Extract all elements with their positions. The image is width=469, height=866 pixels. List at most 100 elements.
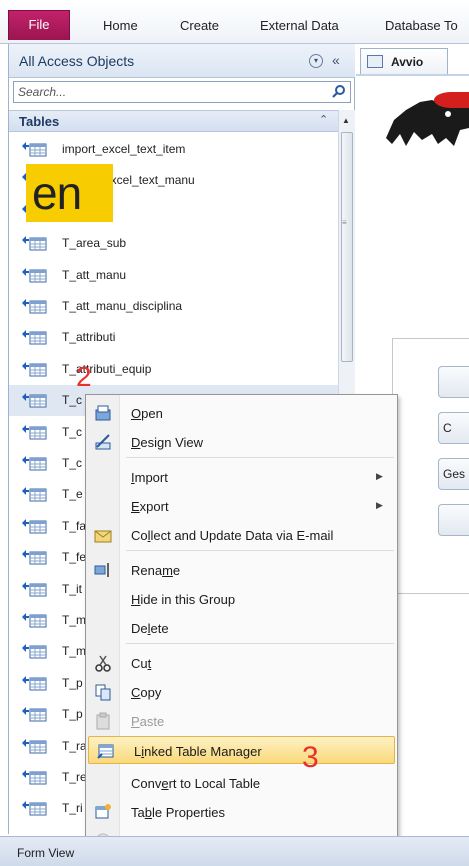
- table-name: T_attributi: [62, 330, 116, 345]
- file-tab[interactable]: File: [8, 10, 70, 40]
- form-button-4[interactable]: [438, 504, 469, 536]
- linked-table-icon: [22, 267, 47, 283]
- status-text: Form View: [17, 846, 75, 860]
- menu-item-table-properties[interactable]: Table Properties: [86, 798, 397, 826]
- table-properties-icon: [95, 804, 111, 819]
- menu-item-delete[interactable]: Delete: [86, 614, 397, 642]
- form-button-3[interactable]: Ges: [438, 458, 469, 490]
- menu-item-label: Copy: [131, 685, 162, 700]
- table-name: T_fa: [62, 518, 87, 533]
- tab-home[interactable]: Home: [103, 18, 138, 33]
- menu-separator: [126, 550, 394, 551]
- group-title: Tables: [19, 114, 60, 129]
- menu-separator: [126, 457, 394, 458]
- submenu-arrow-icon: ▶: [376, 471, 383, 481]
- linked-table-icon: [22, 770, 47, 785]
- nav-header: All Access Objects ▾ «: [9, 44, 355, 78]
- menu-item-import[interactable]: Import ▶: [86, 463, 397, 491]
- menu-item-label: Delete: [131, 621, 169, 636]
- tab-create[interactable]: Create: [180, 18, 219, 33]
- paste-icon: [96, 712, 110, 730]
- table-name: import_excel_text_item: [62, 142, 186, 156]
- table-name: T_m: [62, 613, 86, 627]
- linked-table-icon: [22, 361, 47, 377]
- copy-icon: [95, 684, 111, 701]
- table-row[interactable]: T_att_manu: [9, 260, 338, 291]
- menu-item-hide-in-this-group[interactable]: Hide in this Group: [86, 585, 397, 613]
- nav-title[interactable]: All Access Objects: [19, 53, 134, 69]
- linked-table-icon: [22, 613, 47, 628]
- grip-icon: ≡: [342, 218, 347, 227]
- form-icon: [367, 55, 383, 68]
- linked-table-icon: [22, 801, 47, 816]
- linked-table-icon: [97, 744, 114, 759]
- tab-avvio[interactable]: Avvio: [360, 48, 448, 74]
- table-row[interactable]: T_area_sub: [9, 228, 338, 259]
- menu-item-label: Design View: [131, 435, 204, 450]
- menu-item-label: Rename: [131, 563, 181, 578]
- menu-item-design-view[interactable]: Design View: [86, 428, 397, 456]
- linked-table-icon: [22, 487, 47, 502]
- status-bar: Form View: [0, 836, 469, 866]
- table-row[interactable]: T_attributi: [9, 322, 338, 353]
- menu-item-cut[interactable]: Cut: [86, 649, 397, 677]
- table-row[interactable]: import_excel_text_item: [9, 134, 338, 165]
- table-name: T_re: [62, 770, 87, 784]
- table-name: T_ri: [62, 801, 83, 816]
- tab-divider: [356, 74, 469, 76]
- submenu-arrow-icon: ▶: [376, 500, 383, 510]
- menu-item-label: Open: [131, 406, 163, 421]
- form-button-2[interactable]: C: [438, 412, 469, 444]
- logo-text: en: [32, 167, 82, 219]
- linked-table-icon: [22, 707, 47, 722]
- menu-separator: [126, 643, 394, 644]
- menu-item-open[interactable]: Open: [86, 399, 397, 427]
- table-row[interactable]: T_att_manu_disciplina: [9, 291, 338, 322]
- chevron-down-icon[interactable]: ▾: [309, 54, 323, 68]
- cut-icon: [95, 655, 111, 672]
- menu-item-paste[interactable]: Paste: [86, 707, 397, 735]
- collapse-pane-icon[interactable]: «: [332, 52, 340, 68]
- form-button-1[interactable]: [438, 366, 469, 398]
- menu-item-collect-and-update-data-via-e-mail[interactable]: Collect and Update Data via E-mail: [86, 521, 397, 549]
- scroll-up-icon[interactable]: ▲: [342, 116, 350, 125]
- table-name: T_c: [62, 424, 83, 439]
- design-view-icon: [95, 434, 111, 450]
- search-icon[interactable]: [332, 84, 346, 98]
- menu-item-copy[interactable]: Copy: [86, 678, 397, 706]
- menu-item-label: Hide in this Group: [131, 592, 236, 607]
- open-icon: [95, 405, 111, 421]
- table-name: T_area_sub: [62, 236, 127, 251]
- table-name: T_e: [62, 487, 83, 502]
- linked-table-icon: [22, 738, 47, 754]
- tab-database-tools[interactable]: Database To: [385, 18, 458, 33]
- menu-item-linked-table-manager[interactable]: Linked Table Manager: [88, 736, 395, 764]
- scroll-thumb[interactable]: [341, 132, 353, 362]
- rename-icon: [94, 563, 109, 577]
- annotation-step-2: 2: [76, 361, 92, 392]
- menu-item-rename[interactable]: Rename: [86, 556, 397, 584]
- search-placeholder: Search...: [18, 85, 67, 99]
- table-name: T_it: [62, 581, 83, 596]
- linked-table-icon: [22, 330, 47, 345]
- table-name: T_p: [62, 675, 83, 690]
- menu-item-label: Import: [131, 470, 168, 485]
- menu-item-export[interactable]: Export ▶: [86, 492, 397, 520]
- table-name: T_c: [62, 393, 83, 408]
- table-name: T_m: [62, 644, 86, 659]
- table-name: T_att_manu_disciplina: [62, 299, 183, 313]
- linked-table-icon: [22, 518, 47, 534]
- linked-table-icon: [22, 236, 47, 251]
- table-name: T_fe: [62, 550, 87, 565]
- tab-external-data[interactable]: External Data: [260, 18, 339, 33]
- menu-item-label: Export: [131, 499, 169, 514]
- search-input[interactable]: Search...: [13, 81, 351, 103]
- linked-table-icon: [22, 299, 47, 314]
- collapse-group-icon[interactable]: ⌃: [319, 113, 328, 126]
- table-name: T_p: [62, 707, 83, 722]
- group-header-tables[interactable]: Tables ⌃: [9, 110, 339, 132]
- menu-item-convert-to-local-table[interactable]: Convert to Local Table: [86, 769, 397, 797]
- linked-table-icon: [22, 424, 47, 440]
- menu-item-label: Collect and Update Data via E-mail: [131, 528, 334, 543]
- table-row[interactable]: T_attributi_equip: [9, 354, 338, 385]
